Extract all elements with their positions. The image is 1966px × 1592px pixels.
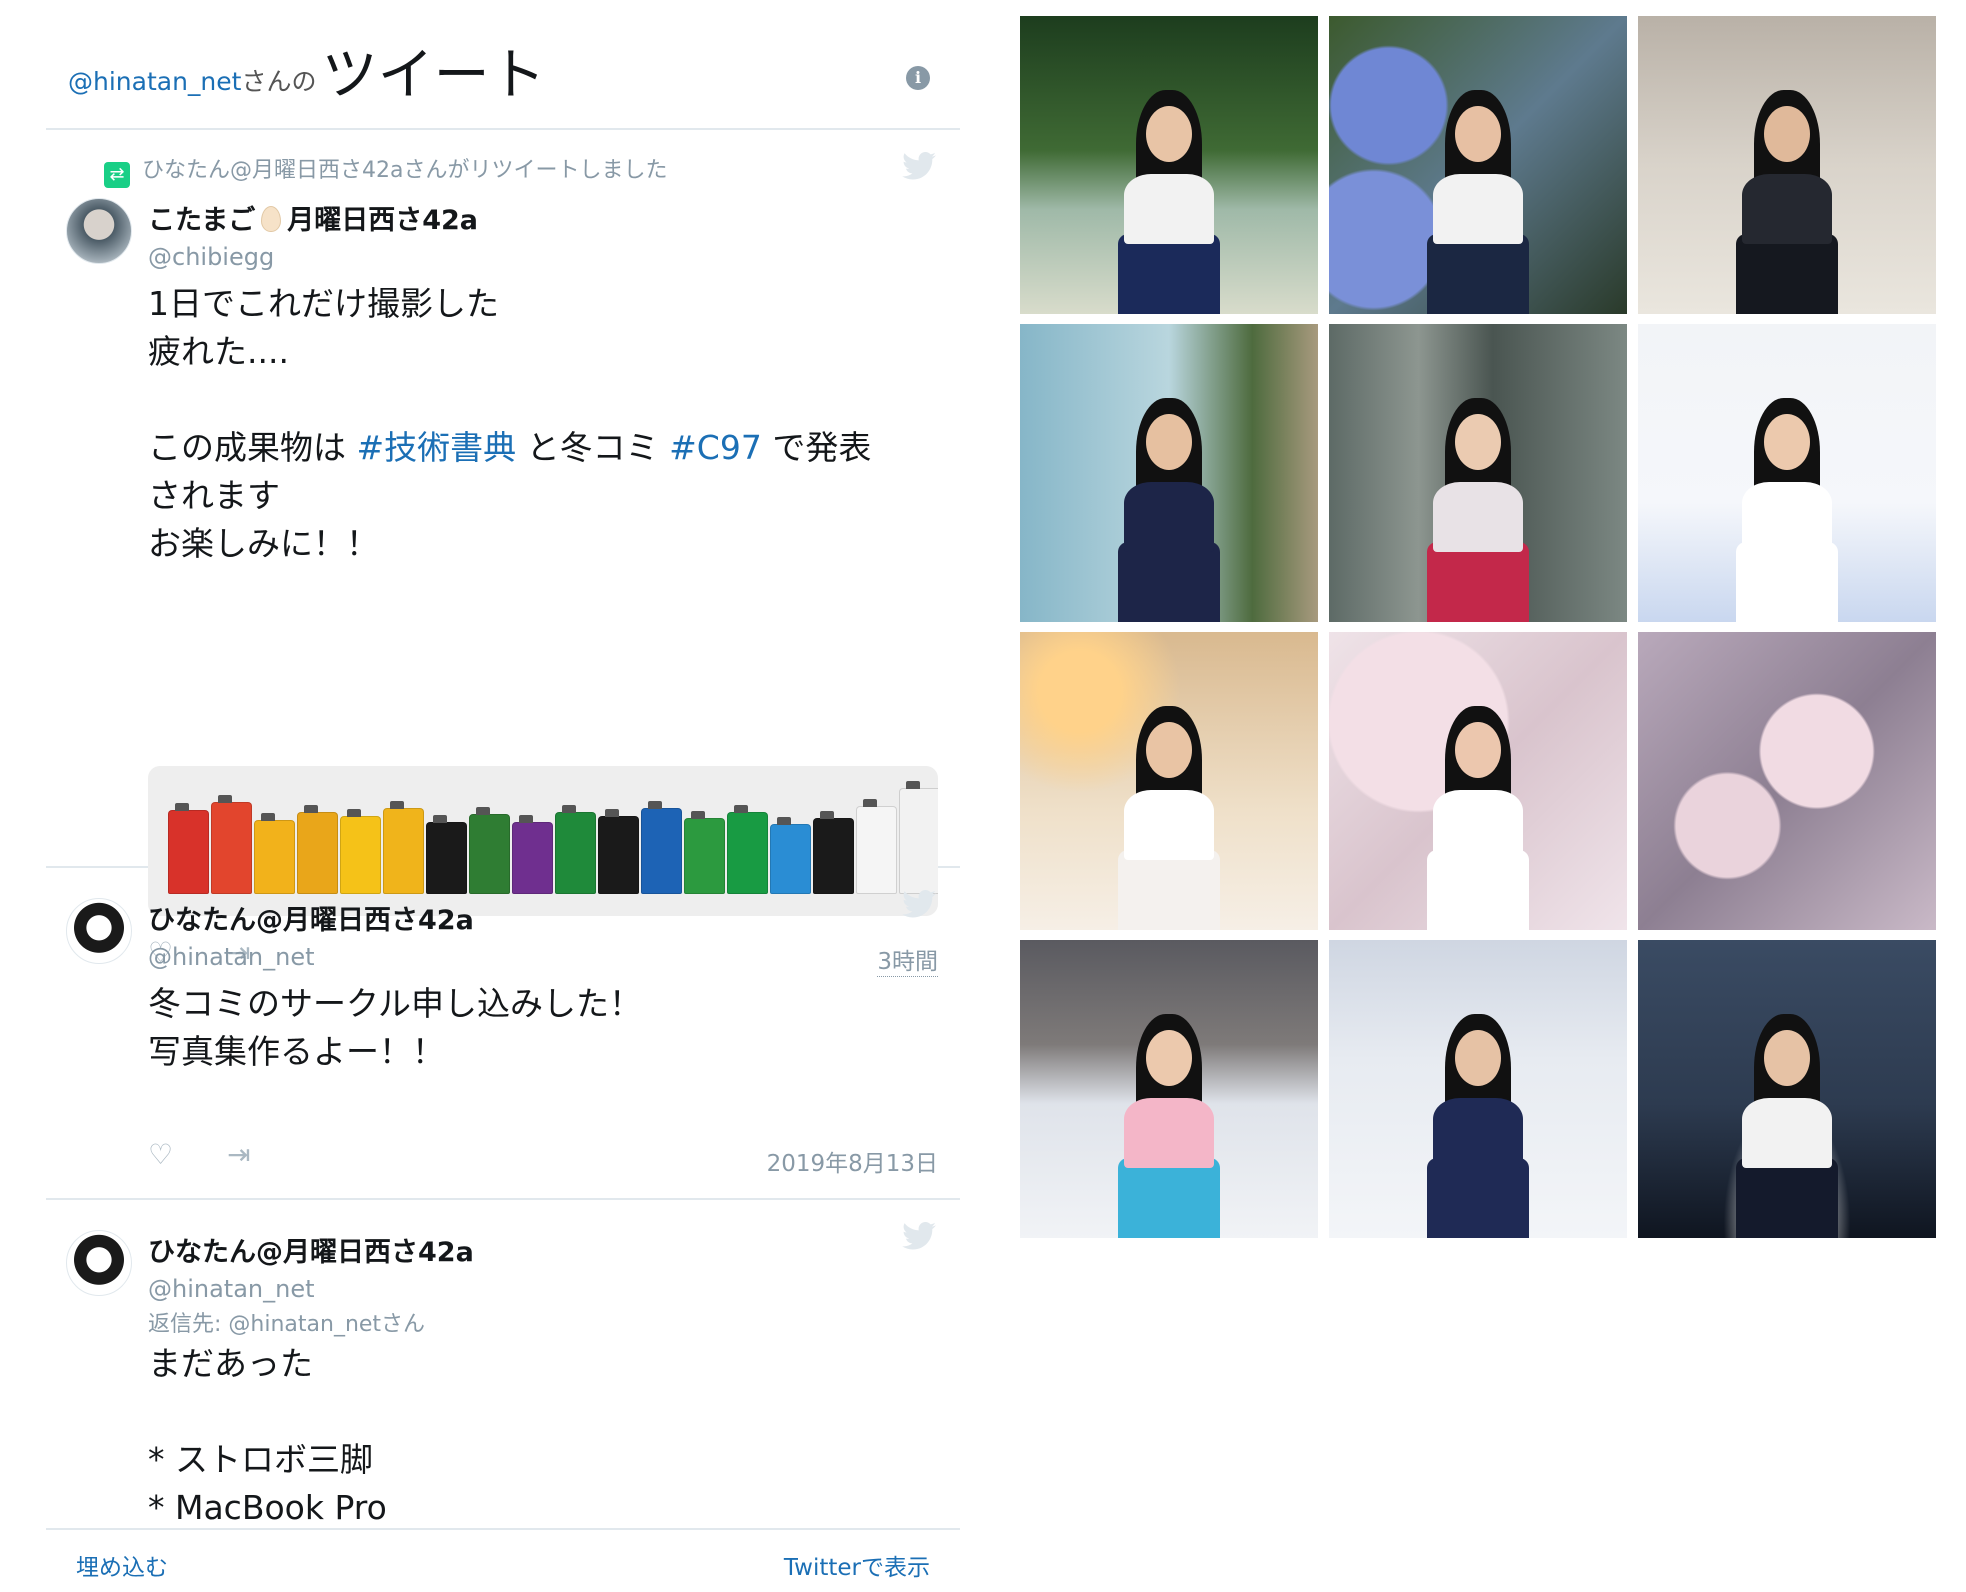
- share-icon[interactable]: ⇥: [227, 1140, 257, 1170]
- timeline-footer: 埋め込む Twitterで表示: [46, 1528, 960, 1592]
- title-tweets: ツイート: [321, 43, 546, 108]
- gallery-photo[interactable]: [1638, 324, 1936, 622]
- retweet-icon: ⇄: [104, 162, 130, 188]
- author-name: ひなたん@月曜日西さ42a: [148, 905, 474, 936]
- tweet-text: まだあった * ストロボ三脚 * MacBook Pro: [148, 1340, 928, 1532]
- gallery-photo[interactable]: [1329, 16, 1627, 314]
- gallery-photo[interactable]: [1020, 632, 1318, 930]
- twitter-bird-icon[interactable]: [902, 152, 936, 180]
- tweet-3[interactable]: ひなたん@月曜日西さ42a @hinatan_net 返信先: @hinatan…: [46, 1200, 960, 1530]
- portrait-figure: [1403, 392, 1553, 622]
- portrait-figure: [1403, 1008, 1553, 1238]
- gallery-photo[interactable]: [1020, 940, 1318, 1238]
- retweet-context-text: ひなたん@月曜日西さ42aさんがリツイートしました: [142, 158, 668, 183]
- gallery-photo[interactable]: [1329, 632, 1627, 930]
- tweet-line: 冬コミのサークル申し込みした！: [148, 984, 643, 1023]
- gallery-photo[interactable]: [1020, 324, 1318, 622]
- hashtag-link[interactable]: #技術書典: [357, 428, 517, 467]
- portrait-figure: [1094, 84, 1244, 314]
- gallery-photo[interactable]: [1638, 940, 1936, 1238]
- portrait-figure: [1094, 700, 1244, 930]
- gallery-photo[interactable]: [1329, 324, 1627, 622]
- tweet-actions: ♡ ⇥: [148, 1140, 301, 1170]
- twitter-bird-icon[interactable]: [902, 890, 936, 918]
- like-heart-icon[interactable]: ♡: [148, 1140, 178, 1170]
- view-on-twitter-link[interactable]: Twitterで表示: [784, 1548, 930, 1582]
- tweet-text: 冬コミのサークル申し込みした！ 写真集作るよー！！: [148, 980, 928, 1076]
- tweet-timestamp[interactable]: 2019年8月13日: [767, 1144, 938, 1178]
- gallery-photo[interactable]: [1638, 16, 1936, 314]
- tweet-line: されます: [148, 476, 280, 515]
- info-icon[interactable]: i: [906, 66, 930, 90]
- tweet-line: まだあった: [148, 1344, 313, 1383]
- avatar[interactable]: [66, 898, 132, 964]
- portrait-figure: [1712, 1008, 1862, 1238]
- author-screen-name: @chibiegg: [148, 243, 275, 271]
- hashtag-link[interactable]: #C97: [669, 428, 762, 467]
- avatar[interactable]: [66, 1230, 132, 1296]
- tweet-2[interactable]: ひなたん@月曜日西さ42a @hinatan_net 冬コミのサークル申し込みし…: [46, 868, 960, 1200]
- retweet-context: ⇄ ひなたん@月曜日西さ42aさんがリツイートしました: [104, 152, 667, 188]
- reply-to-link[interactable]: @hinatan_netさん: [228, 1312, 425, 1337]
- twitter-bird-icon[interactable]: [902, 1222, 936, 1250]
- portrait-figure: [1403, 700, 1553, 930]
- portrait-figure: [1712, 392, 1862, 622]
- timeline-header: @hinatan_netさんの ツイート i: [46, 0, 960, 130]
- tweet-author[interactable]: ひなたん@月曜日西さ42a @hinatan_net: [148, 898, 474, 971]
- avatar[interactable]: [66, 198, 132, 264]
- gallery-photo[interactable]: [1638, 632, 1936, 930]
- tweet-1[interactable]: ⇄ ひなたん@月曜日西さ42aさんがリツイートしました こたまご 月曜日西さ42a …: [46, 130, 960, 977]
- profile-handle-link[interactable]: @hinatan_net: [68, 67, 241, 96]
- tweet-author[interactable]: こたまご 月曜日西さ42a @chibiegg: [148, 198, 478, 271]
- author-name: こたまご 月曜日西さ42a: [148, 205, 478, 236]
- portrait-figure: [1712, 84, 1862, 314]
- portrait-figure: [1403, 84, 1553, 314]
- author-screen-name: @hinatan_net: [148, 943, 315, 971]
- tweet-line: 1日でこれだけ撮影した: [148, 284, 499, 323]
- tweet-line: 写真集作るよー！！: [148, 1032, 445, 1071]
- gallery-photo[interactable]: [1020, 16, 1318, 314]
- timeline-title: @hinatan_netさんの ツイート: [68, 30, 546, 111]
- twitter-timeline-widget: @hinatan_netさんの ツイート i ⇄ ひなたん@月曜日西さ42aさんが…: [46, 0, 960, 1592]
- reply-label: 返信先:: [148, 1312, 229, 1337]
- author-screen-name: @hinatan_net: [148, 1275, 315, 1303]
- tweet-author[interactable]: ひなたん@月曜日西さ42a @hinatan_net: [148, 1230, 474, 1303]
- author-name: ひなたん@月曜日西さ42a: [148, 1237, 474, 1268]
- reply-context: 返信先: @hinatan_netさん: [148, 1306, 425, 1338]
- tweet-line: 疲れた....: [148, 332, 289, 371]
- embed-link[interactable]: 埋め込む: [76, 1548, 168, 1582]
- tweet-line: お楽しみに！！: [148, 524, 379, 563]
- title-suffix: さんの: [241, 67, 317, 96]
- tweet-line: この成果物は #技術書典 と冬コミ #C97 で発表: [148, 428, 872, 467]
- gallery-photo[interactable]: [1329, 940, 1627, 1238]
- egg-emoji-icon: [261, 206, 282, 232]
- photo-grid: [1020, 16, 1936, 1238]
- tweet-line: * ストロボ三脚: [148, 1440, 373, 1479]
- portrait-figure: [1094, 1008, 1244, 1238]
- portrait-figure: [1094, 392, 1244, 622]
- tweet-text: 1日でこれだけ撮影した 疲れた.... この成果物は #技術書典 と冬コミ #C…: [148, 280, 928, 568]
- tweet-line: * MacBook Pro: [148, 1488, 387, 1527]
